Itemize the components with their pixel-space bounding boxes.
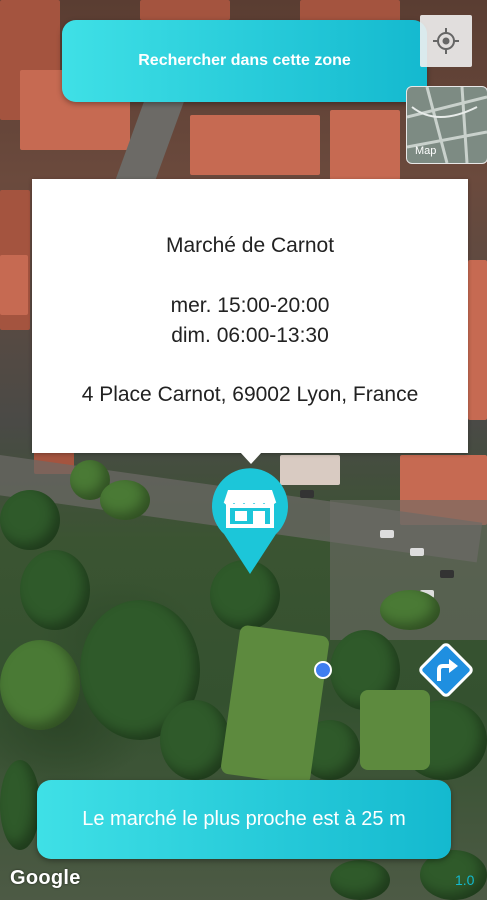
building-roof	[140, 0, 230, 20]
info-card-pointer	[240, 452, 262, 464]
market-hours-line: mer. 15:00-20:00	[170, 294, 330, 317]
car	[410, 548, 424, 556]
building-roof	[330, 110, 400, 180]
market-info-card: Marché de Carnot mer. 15:00-20:00 dim. 0…	[32, 179, 468, 453]
user-location-dot	[314, 661, 332, 679]
nearest-market-button[interactable]: Le marché le plus proche est à 25 m	[37, 780, 451, 859]
car	[380, 530, 394, 538]
market-address: 4 Place Carnot, 69002 Lyon, France	[81, 383, 419, 406]
tree	[160, 700, 230, 780]
tree	[0, 490, 60, 550]
zoom-level-indicator: 1.0	[455, 872, 475, 888]
market-hours-line: dim. 06:00-13:30	[171, 324, 329, 347]
turn-right-arrow-icon	[419, 643, 473, 697]
directions-button[interactable]	[417, 641, 475, 699]
tree	[380, 590, 440, 630]
google-attribution: Google	[10, 867, 81, 889]
storefront-icon	[212, 468, 288, 574]
crosshair-icon	[433, 28, 459, 54]
car	[440, 570, 454, 578]
map-type-label: Map	[415, 145, 437, 157]
market-name: Marché de Carnot	[165, 234, 335, 257]
my-location-button[interactable]	[420, 15, 472, 67]
building-roof	[190, 115, 320, 175]
search-this-area-label: Rechercher dans cette zone	[138, 52, 351, 69]
map-type-toggle-button[interactable]: Map	[406, 86, 487, 164]
search-this-area-button[interactable]: Rechercher dans cette zone	[62, 20, 427, 102]
tree	[20, 550, 90, 630]
lawn	[360, 690, 430, 770]
tree	[330, 860, 390, 900]
car	[300, 490, 314, 498]
nearest-market-label: Le marché le plus proche est à 25 m	[82, 808, 406, 830]
building-roof	[0, 255, 28, 315]
building-roof	[468, 260, 487, 420]
tree	[0, 640, 80, 730]
market-marker[interactable]	[210, 468, 290, 578]
tree	[100, 480, 150, 520]
tree	[0, 760, 40, 850]
market-hours: mer. 15:00-20:00 dim. 06:00-13:30	[171, 291, 330, 351]
